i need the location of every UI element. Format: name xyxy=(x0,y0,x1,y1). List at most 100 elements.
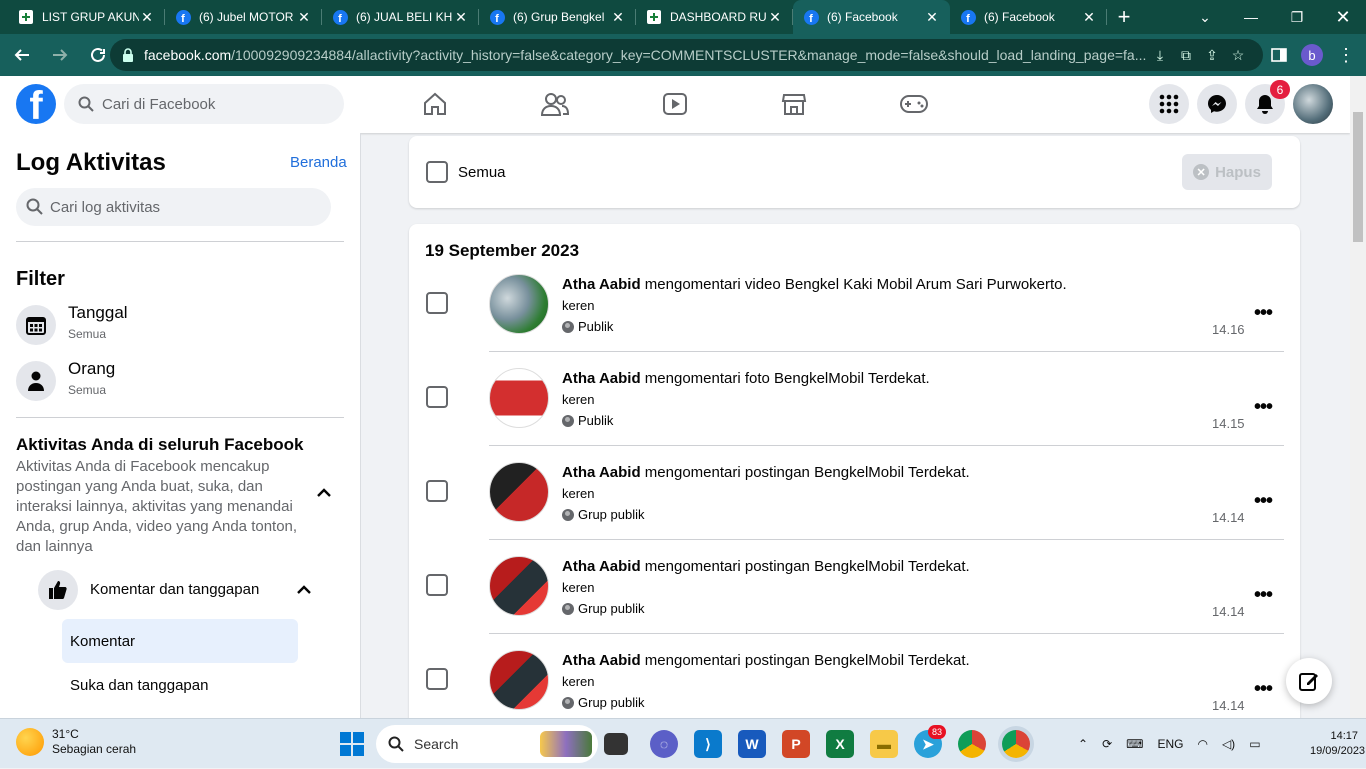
keyboard-icon[interactable]: ⌨ xyxy=(1126,737,1143,751)
more-options-icon[interactable]: ••• xyxy=(1254,490,1273,513)
entry-time: 14.14 xyxy=(1212,510,1245,525)
page-scrollbar[interactable] xyxy=(1350,76,1366,718)
marketplace-nav-icon[interactable] xyxy=(764,84,824,124)
entry-checkbox[interactable] xyxy=(426,668,448,690)
compose-button[interactable] xyxy=(1286,658,1332,704)
chrome-icon[interactable] xyxy=(958,730,986,758)
entry-checkbox[interactable] xyxy=(426,292,448,314)
tab-close-icon[interactable]: ✕ xyxy=(139,9,155,26)
gaming-nav-icon[interactable] xyxy=(884,84,944,124)
bookmark-star-icon[interactable]: ☆ xyxy=(1225,47,1251,64)
chevron-up-icon[interactable] xyxy=(316,485,336,505)
powerpoint-icon[interactable]: P xyxy=(782,730,810,758)
entry-checkbox[interactable] xyxy=(426,386,448,408)
browser-tab[interactable]: LIST GRUP AKUN ✕ xyxy=(8,0,165,34)
select-all-checkbox[interactable] xyxy=(426,161,448,183)
entry-thumbnail[interactable] xyxy=(489,462,549,522)
more-options-icon[interactable]: ••• xyxy=(1254,396,1273,419)
address-bar[interactable]: facebook.com/100092909234884/allactivity… xyxy=(110,39,1263,71)
comments-and-reactions-group[interactable]: Komentar dan tanggapan xyxy=(38,570,328,610)
language-indicator[interactable]: ENG xyxy=(1157,737,1183,751)
facebook-search-input[interactable]: Cari di Facebook xyxy=(64,84,344,124)
taskbar-search[interactable]: Search xyxy=(376,725,598,763)
wifi-icon[interactable]: ◠ xyxy=(1197,737,1207,751)
excel-icon[interactable]: X xyxy=(826,730,854,758)
sidebar-item-comments[interactable]: Komentar xyxy=(62,619,298,663)
vscode-icon[interactable]: ⟩ xyxy=(694,730,722,758)
tab-close-icon[interactable]: ✕ xyxy=(610,9,626,26)
browser-tab[interactable]: f (6) JUAL BELI KHU ✕ xyxy=(322,0,479,34)
more-options-icon[interactable]: ••• xyxy=(1254,302,1273,325)
entry-thumbnail[interactable] xyxy=(489,650,549,710)
tab-close-icon[interactable]: ✕ xyxy=(924,9,940,26)
entry-thumbnail[interactable] xyxy=(489,368,549,428)
browser-tab[interactable]: DASHBOARD RU ✕ xyxy=(636,0,793,34)
entry-object[interactable]: foto BengkelMobil Terdekat. xyxy=(745,370,930,387)
menu-grid-button[interactable] xyxy=(1149,84,1189,124)
browser-tab[interactable]: f (6) Facebook ✕ xyxy=(950,0,1107,34)
tab-close-icon[interactable]: ✕ xyxy=(296,9,312,26)
entry-checkbox[interactable] xyxy=(426,574,448,596)
tab-search-icon[interactable]: ⌄ xyxy=(1182,0,1228,34)
entry-divider xyxy=(489,539,1284,540)
browser-tab[interactable]: f (6) Facebook ✕ xyxy=(793,0,950,34)
minimize-button[interactable]: — xyxy=(1228,0,1274,34)
file-explorer-icon[interactable]: ▬ xyxy=(870,730,898,758)
weather-widget[interactable]: 31°C Sebagian cerah xyxy=(16,727,136,757)
activity-log-search-input[interactable]: Cari log aktivitas xyxy=(16,188,331,226)
entry-thumbnail[interactable] xyxy=(489,556,549,616)
tab-close-icon[interactable]: ✕ xyxy=(453,9,469,26)
entry-object[interactable]: BengkelMobil Terdekat. xyxy=(814,558,970,575)
forward-button[interactable] xyxy=(44,39,76,71)
filter-person[interactable]: Orang Semua xyxy=(16,357,344,405)
close-window-button[interactable]: ✕ xyxy=(1320,0,1366,34)
restore-button[interactable]: ❐ xyxy=(1274,0,1320,34)
entry-actor[interactable]: Atha Aabid xyxy=(562,464,641,481)
entry-object[interactable]: BengkelMobil Terdekat. xyxy=(814,652,970,669)
audience-label: Grup publik xyxy=(578,507,645,522)
browser-tab[interactable]: f (6) Grup Bengkel ✕ xyxy=(479,0,636,34)
browser-tab[interactable]: f (6) Jubel MOTOR ✕ xyxy=(165,0,322,34)
entry-object[interactable]: video Bengkel Kaki Mobil Arum Sari Purwo… xyxy=(745,276,1067,293)
battery-icon[interactable]: ▭ xyxy=(1249,737,1260,751)
share-icon[interactable]: ⇪ xyxy=(1199,47,1225,64)
system-clock[interactable]: 14:17 19/09/2023 xyxy=(1310,729,1365,759)
facebook-logo[interactable]: f xyxy=(16,84,56,124)
entry-object[interactable]: BengkelMobil Terdekat. xyxy=(814,464,970,481)
word-icon[interactable]: W xyxy=(738,730,766,758)
more-options-icon[interactable]: ••• xyxy=(1254,584,1273,607)
show-hidden-icons[interactable]: ⌃ xyxy=(1078,737,1088,751)
account-avatar[interactable] xyxy=(1293,84,1333,124)
entry-checkbox[interactable] xyxy=(426,480,448,502)
delete-button[interactable]: ✕ Hapus xyxy=(1182,154,1272,190)
update-icon[interactable]: ⟳ xyxy=(1102,737,1112,751)
translate-icon[interactable]: ⧉ xyxy=(1173,47,1199,64)
new-tab-button[interactable]: + xyxy=(1107,0,1141,34)
start-button[interactable] xyxy=(340,732,364,756)
tab-close-icon[interactable]: ✕ xyxy=(767,9,783,26)
task-view-icon[interactable] xyxy=(604,733,628,755)
chrome-profile-icon[interactable] xyxy=(1002,730,1030,758)
tab-close-icon[interactable]: ✕ xyxy=(1081,9,1097,26)
home-nav-icon[interactable] xyxy=(405,84,465,124)
entry-thumbnail[interactable] xyxy=(489,274,549,334)
more-options-icon[interactable]: ••• xyxy=(1254,678,1273,701)
browser-menu-icon[interactable]: ⋮ xyxy=(1330,39,1362,71)
back-button[interactable] xyxy=(6,39,38,71)
home-link[interactable]: Beranda xyxy=(290,154,347,171)
friends-nav-icon[interactable] xyxy=(525,84,585,124)
entry-actor[interactable]: Atha Aabid xyxy=(562,276,641,293)
entry-actor[interactable]: Atha Aabid xyxy=(562,558,641,575)
watch-nav-icon[interactable] xyxy=(645,84,705,124)
volume-icon[interactable]: ◁) xyxy=(1222,737,1235,751)
sidebar-item-likes-reactions[interactable]: Suka dan tanggapan xyxy=(70,677,208,694)
filter-date[interactable]: Tanggal Semua xyxy=(16,301,344,349)
profile-avatar[interactable]: b xyxy=(1296,39,1328,71)
download-icon[interactable]: ⤓ xyxy=(1147,47,1173,64)
side-panel-icon[interactable] xyxy=(1263,39,1295,71)
entry-actor[interactable]: Atha Aabid xyxy=(562,652,641,669)
entry-actor[interactable]: Atha Aabid xyxy=(562,370,641,387)
chat-app-icon[interactable]: ◌ xyxy=(650,730,678,758)
messenger-button[interactable] xyxy=(1197,84,1237,124)
scrollbar-thumb[interactable] xyxy=(1353,112,1363,242)
